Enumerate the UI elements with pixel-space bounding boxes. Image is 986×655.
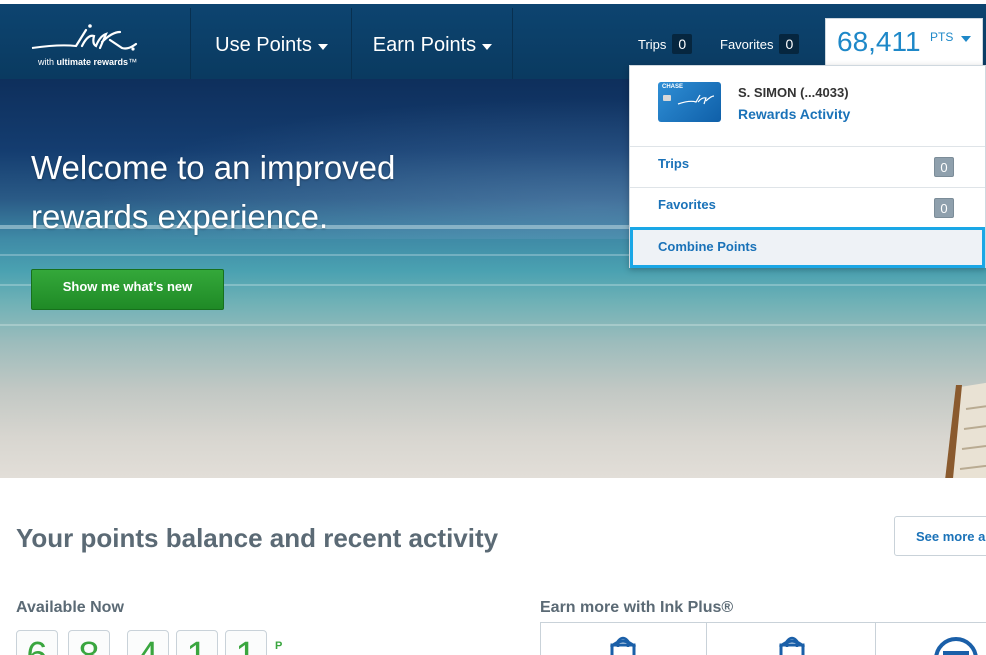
chevron-down-icon xyxy=(961,36,971,42)
nav-favorites-count: 0 xyxy=(779,34,800,54)
shopping-bag-icon xyxy=(609,636,637,655)
credit-card-thumbnail: CHASE xyxy=(658,82,721,122)
card-icon xyxy=(934,637,978,655)
beach-chair-image xyxy=(945,382,986,478)
hero-title: Welcome to an improved rewards experienc… xyxy=(31,149,396,235)
nav-trips-count: 0 xyxy=(672,34,693,54)
earn-offers-grid xyxy=(540,622,986,655)
ink-logo-icon xyxy=(31,24,138,51)
account-dropdown-menu: CHASE S. SIMON (...4033) Rewards Activit… xyxy=(629,65,986,268)
logo-sub-tm: ™ xyxy=(128,57,138,67)
card-chip-icon xyxy=(663,95,671,101)
nav-favorites-link[interactable]: Favorites 0 xyxy=(720,34,800,54)
combine-points-label: Combine Points xyxy=(658,239,757,254)
nav-earn-points-label: Earn Points xyxy=(372,34,477,56)
nav-trips-link[interactable]: Trips 0 xyxy=(638,34,693,54)
earn-offer-tile[interactable] xyxy=(876,623,986,655)
favorites-count-badge: 0 xyxy=(934,198,954,218)
logo-subtitle: with ultimate rewards™ xyxy=(38,57,137,67)
nav-favorites-label: Favorites xyxy=(720,36,774,52)
points-digit: 1 xyxy=(176,630,218,655)
shopping-bag-icon xyxy=(778,636,806,655)
available-now-label: Available Now xyxy=(16,599,124,616)
dropdown-item-favorites[interactable]: Favorites 0 xyxy=(630,187,985,228)
points-unit-label: PTS xyxy=(930,30,954,44)
dropdown-item-trips[interactable]: Trips 0 xyxy=(630,146,985,187)
logo-sub-main: ultimate rewards xyxy=(56,57,129,67)
rewards-activity-link[interactable]: Rewards Activity xyxy=(738,106,850,122)
points-digit: 1 xyxy=(225,630,267,655)
points-balance-value: 68,411 xyxy=(837,26,921,57)
chevron-down-icon xyxy=(482,44,493,50)
points-balance-heading: Your points balance and recent activity xyxy=(16,523,499,553)
hero-wave xyxy=(0,324,986,326)
earn-offer-tile[interactable] xyxy=(541,623,707,655)
points-digit: 4 xyxy=(127,630,169,655)
show-whats-new-button[interactable]: Show me what’s new xyxy=(31,269,224,310)
dropdown-item-favorites-label: Favorites xyxy=(658,197,716,212)
trips-count-badge: 0 xyxy=(934,157,954,177)
points-digit: 6 xyxy=(16,630,58,655)
chevron-down-icon xyxy=(317,44,328,50)
logo-sub-prefix: with xyxy=(38,57,55,67)
nav-use-points-label: Use Points xyxy=(215,34,312,56)
ink-logo[interactable]: with ultimate rewards™ xyxy=(0,8,191,83)
card-brand-label: CHASE xyxy=(662,84,684,90)
see-more-button[interactable]: See more a xyxy=(894,516,986,556)
nav-use-points[interactable]: Use Points xyxy=(192,8,352,83)
points-suffix: P xyxy=(275,640,283,652)
nav-trips-label: Trips xyxy=(638,36,667,52)
dropdown-item-combine-points[interactable]: Combine Points xyxy=(630,227,985,268)
nav-earn-points[interactable]: Earn Points xyxy=(353,8,513,83)
account-name: S. SIMON (...4033) xyxy=(738,85,849,100)
earn-offer-tile[interactable] xyxy=(707,623,876,655)
card-ink-logo-icon xyxy=(677,94,715,105)
points-digit: 8 xyxy=(68,630,110,655)
earn-more-heading: Earn more with Ink Plus® xyxy=(540,599,734,616)
dropdown-item-trips-label: Trips xyxy=(658,156,690,171)
